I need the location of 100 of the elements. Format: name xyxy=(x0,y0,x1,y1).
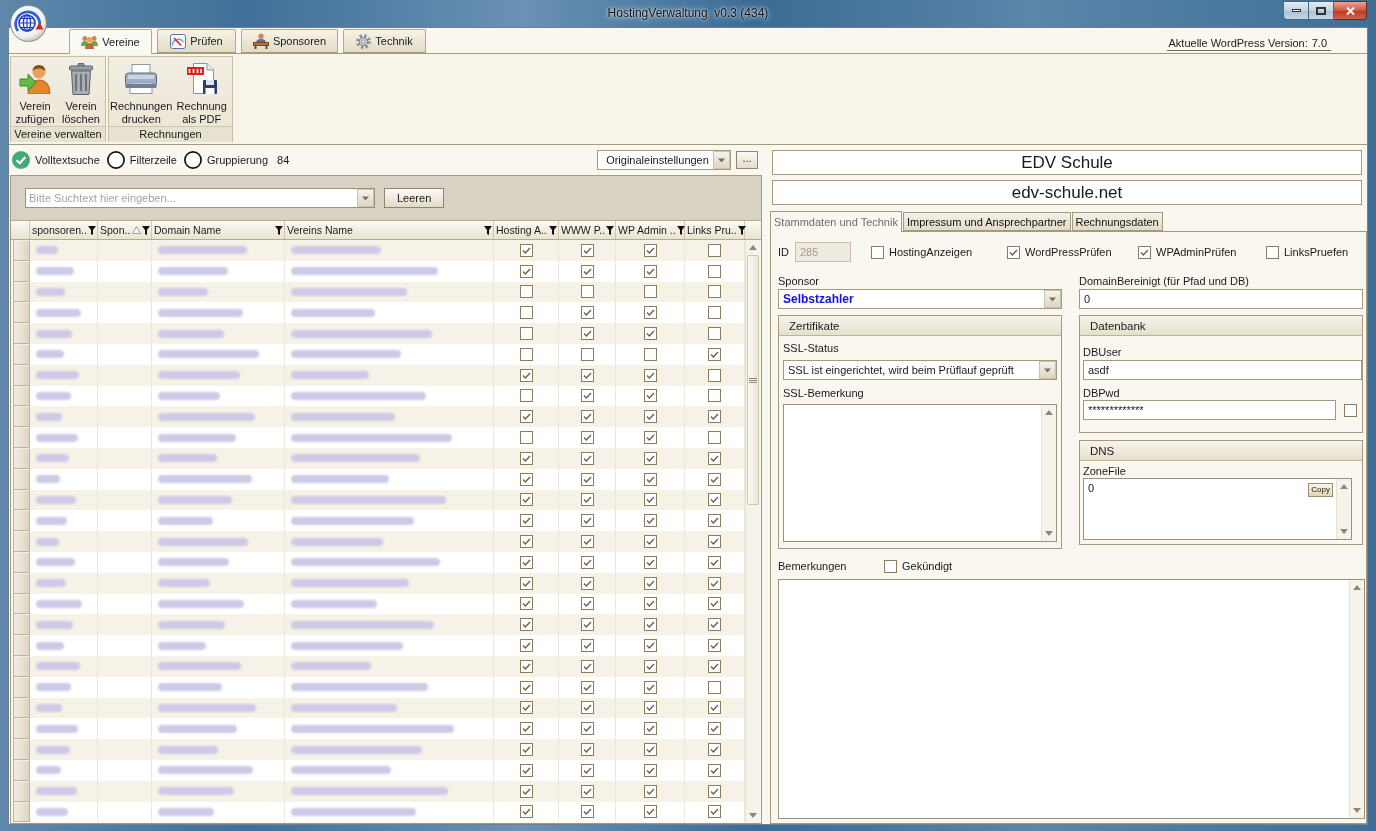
checkbox[interactable] xyxy=(519,597,533,611)
text-field[interactable]: 0 xyxy=(1079,289,1363,309)
filter-icon[interactable] xyxy=(737,225,746,235)
ssl-note-field[interactable] xyxy=(783,404,1057,542)
checkbox[interactable] xyxy=(643,805,657,819)
checkbox[interactable] xyxy=(708,618,721,632)
sponsor-select[interactable]: Selbstzahler xyxy=(778,289,1062,309)
checkbox[interactable] xyxy=(708,347,721,361)
ribbon-button[interactable]: Verein zufügen xyxy=(12,59,58,126)
tab[interactable]: Rechnungsdaten xyxy=(1071,212,1163,231)
filter-icon[interactable] xyxy=(484,225,492,235)
checkbox[interactable] xyxy=(708,243,721,257)
checkbox[interactable] xyxy=(643,514,657,528)
checkbox[interactable] xyxy=(708,327,721,341)
tab[interactable]: Stammdaten und Technik xyxy=(770,211,902,232)
checkbox[interactable] xyxy=(580,722,594,736)
checkbox[interactable] xyxy=(580,327,594,341)
checkbox[interactable] xyxy=(580,555,594,569)
filter-icon[interactable] xyxy=(142,225,150,235)
checkbox[interactable] xyxy=(643,472,657,486)
minimize-button[interactable] xyxy=(1283,1,1309,20)
checkbox[interactable] xyxy=(643,451,657,465)
checkbox[interactable] xyxy=(580,680,594,694)
maximize-button[interactable] xyxy=(1309,1,1334,20)
checkbox[interactable] xyxy=(519,285,533,299)
ribbon-tab[interactable]: Sponsoren xyxy=(241,29,338,53)
checkbox[interactable] xyxy=(580,743,594,756)
checkbox[interactable] xyxy=(643,410,657,424)
checkbox[interactable] xyxy=(580,431,594,445)
checkbox[interactable] xyxy=(519,306,533,320)
checkbox[interactable] xyxy=(519,555,533,569)
checkbox[interactable] xyxy=(519,535,533,549)
checkbox[interactable] xyxy=(708,431,721,445)
checkbox[interactable] xyxy=(643,264,657,278)
arrow-down-icon[interactable] xyxy=(1353,808,1361,813)
checkbox[interactable] xyxy=(519,472,533,486)
checkbox[interactable] xyxy=(580,472,594,486)
column-header[interactable]: Spon.. xyxy=(98,221,152,239)
column-header[interactable]: sponsoren.. xyxy=(30,221,98,239)
arrow-up-icon[interactable] xyxy=(1353,585,1361,590)
checkbox[interactable] xyxy=(708,306,721,320)
checkbox[interactable] xyxy=(708,472,721,486)
checkbox[interactable] xyxy=(643,535,657,549)
checkbox[interactable] xyxy=(708,410,721,424)
checkbox[interactable] xyxy=(643,680,657,694)
scrollbar[interactable] xyxy=(1349,580,1364,818)
checkbox[interactable] xyxy=(708,743,721,756)
checkbox[interactable] xyxy=(643,327,657,341)
toggle-option[interactable]: Filterzeile xyxy=(106,150,177,170)
checkbox[interactable] xyxy=(708,451,721,465)
checkbox[interactable] xyxy=(871,245,884,259)
ribbon-tab[interactable]: Prüfen xyxy=(157,29,236,53)
checkbox[interactable] xyxy=(643,743,657,756)
arrow-down-icon[interactable] xyxy=(1340,529,1348,534)
ribbon-button[interactable]: Rechnungen drucken xyxy=(110,59,173,126)
scrollbar[interactable] xyxy=(1336,479,1351,539)
checkbox[interactable] xyxy=(519,431,533,445)
checkbox[interactable] xyxy=(1138,245,1151,259)
checkbox[interactable] xyxy=(643,493,657,507)
filter-icon[interactable] xyxy=(275,225,283,235)
checkbox[interactable] xyxy=(519,680,533,694)
checkbox[interactable] xyxy=(643,306,657,320)
checkbox[interactable] xyxy=(1007,245,1020,259)
filter-icon[interactable] xyxy=(549,225,557,235)
checkbox[interactable] xyxy=(643,639,657,653)
checkbox[interactable] xyxy=(580,451,594,465)
toggle-option[interactable]: Gruppierung xyxy=(183,150,269,170)
checkbox[interactable] xyxy=(708,722,721,736)
checkbox[interactable] xyxy=(643,243,657,257)
column-header[interactable]: WP Admin .. xyxy=(616,221,685,239)
checkbox[interactable] xyxy=(580,389,594,403)
checkbox[interactable] xyxy=(643,285,657,299)
toggle-option[interactable]: Volltextsuche xyxy=(12,150,100,170)
text-field[interactable]: asdf xyxy=(1083,360,1362,380)
checkbox[interactable] xyxy=(580,659,594,673)
scrollbar-thumb[interactable] xyxy=(747,255,759,505)
column-header[interactable]: Links Pru.. xyxy=(685,221,745,239)
ribbon-tab[interactable]: Vereine xyxy=(69,29,152,54)
checkbox[interactable] xyxy=(519,493,533,507)
checkbox[interactable] xyxy=(708,680,721,694)
checkbox[interactable] xyxy=(519,410,533,424)
checkbox[interactable] xyxy=(519,763,533,777)
checkbox[interactable] xyxy=(580,306,594,320)
checkbox[interactable] xyxy=(519,243,533,257)
checkbox[interactable] xyxy=(708,514,721,528)
arrow-down-icon[interactable] xyxy=(1045,531,1053,536)
domain-field[interactable]: edv-schule.net xyxy=(772,180,1362,205)
checkbox[interactable] xyxy=(519,264,533,278)
tab[interactable]: Impressum und Ansprechpartner xyxy=(902,212,1071,231)
checkbox[interactable] xyxy=(519,784,533,798)
checkbox[interactable] xyxy=(519,805,533,819)
checkbox[interactable] xyxy=(708,597,721,611)
checkbox[interactable] xyxy=(708,285,721,299)
checkbox[interactable] xyxy=(580,784,594,798)
checkbox[interactable] xyxy=(519,659,533,673)
checkbox[interactable] xyxy=(708,784,721,798)
more-button[interactable]: ... xyxy=(736,151,758,169)
ribbon-button[interactable]: Verein löschen xyxy=(58,59,104,126)
scrollbar[interactable] xyxy=(1041,405,1056,541)
arrow-down-icon[interactable] xyxy=(749,813,757,818)
